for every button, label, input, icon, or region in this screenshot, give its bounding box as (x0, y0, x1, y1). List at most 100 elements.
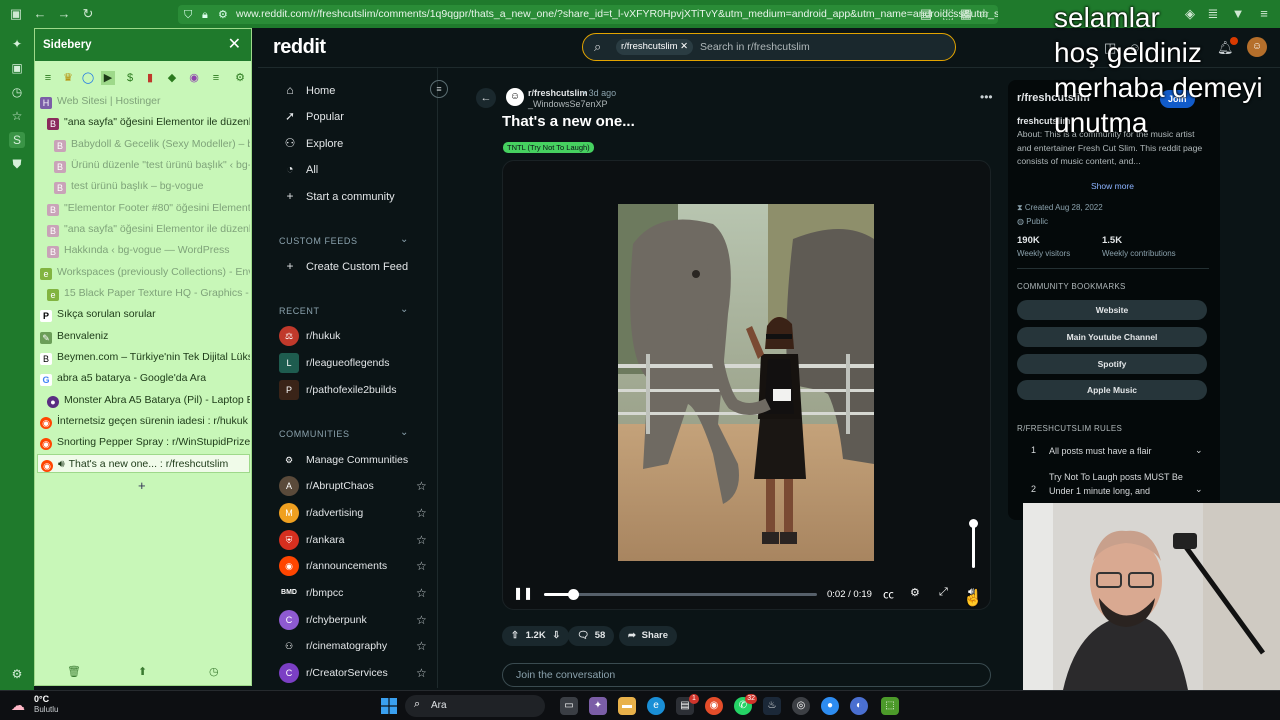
app-icon-3[interactable]: ⬚ (881, 697, 899, 715)
menu-icon[interactable]: ≡ (1256, 6, 1272, 22)
star-icon[interactable]: ☆ (416, 581, 427, 605)
reader-view-icon[interactable]: ▤ (918, 6, 934, 22)
settings-icon[interactable]: ⚙ (233, 71, 247, 85)
new-tab-icon[interactable]: + (138, 478, 146, 493)
shield-icon[interactable]: ⛉ (184, 6, 192, 24)
star-icon[interactable]: ☆ (416, 501, 427, 525)
taskbar-search[interactable]: ⌕ Ara (405, 695, 545, 717)
star-icon[interactable]: ☆ (416, 608, 427, 632)
tab-item[interactable]: Gabra a5 batarya - Google'da Ara (40, 369, 250, 388)
manage-communities[interactable]: ⚙ Manage Communities (279, 448, 408, 472)
nav-all[interactable]: ◔ All (282, 158, 318, 180)
nav-start-community[interactable]: + Start a community (282, 185, 394, 207)
file-explorer-icon[interactable]: ▬ (618, 697, 636, 715)
sidebery-icon[interactable]: S (9, 132, 25, 148)
settings-icon[interactable]: ⚙ (910, 586, 920, 599)
weather-temperature[interactable]: 0°C (34, 694, 49, 704)
trash-icon[interactable]: 🗑︎ (67, 665, 81, 678)
extension-icon-3[interactable]: ▼ (1230, 6, 1246, 22)
tab-item[interactable]: B "Elementor Footer #80" öğesini Elemento… (47, 199, 250, 218)
steam-icon[interactable]: ♨ (763, 697, 781, 715)
reload-icon[interactable]: ↻ (80, 6, 96, 22)
star-icon[interactable]: ☆ (416, 528, 427, 552)
community-item[interactable]: Cr/CreatorServices ☆ (279, 661, 427, 685)
comment-input[interactable] (514, 666, 974, 684)
comment-box[interactable] (502, 663, 991, 687)
downvote-icon[interactable]: ⇩ (552, 630, 560, 641)
bookmark-button[interactable]: Main Youtube Channel (1017, 327, 1207, 347)
extension-icon[interactable]: ◈ (1182, 6, 1198, 22)
url-bar[interactable]: ⛉ 🔒︎ ⚙ www.reddit.com/r/freshcutslim/com… (178, 5, 998, 24)
chevron-down-icon[interactable]: ⌄ (400, 427, 408, 438)
recent-item[interactable]: Lr/leagueoflegends (279, 351, 389, 375)
tab-item[interactable]: B "ana sayfa" öğesini Elementor ile düzen… (47, 113, 250, 132)
custom-feeds-header[interactable]: CUSTOM FEEDS (279, 236, 358, 246)
back-icon[interactable]: ← (32, 6, 48, 22)
forward-icon[interactable]: → (56, 6, 72, 22)
tab-item[interactable]: ◉ İnternetsiz geçen sürenin iadesi : r/hu… (40, 412, 250, 431)
captions-icon[interactable]: ㏄ (883, 586, 894, 602)
screenshot-icon[interactable]: ⬚ (940, 6, 956, 22)
chevron-down-icon[interactable]: ⌄ (400, 304, 408, 315)
advertise-icon[interactable]: ◫ (1104, 40, 1116, 56)
rule-item[interactable]: 2 Try Not To Laugh posts MUST Be Under 1… (1017, 471, 1217, 507)
star-icon[interactable]: ☆ (416, 554, 427, 578)
chevron-down-icon[interactable]: ⌄ (1195, 484, 1203, 495)
post-flair[interactable]: TNTL (Try Not To Laugh) (503, 142, 594, 153)
panel-icon-8[interactable]: ◉ (187, 71, 201, 85)
close-icon[interactable]: ✕ (228, 29, 241, 61)
show-more-link[interactable]: Show more (1091, 181, 1134, 191)
search-input[interactable] (698, 37, 938, 57)
recent-item[interactable]: ⚖ r/hukuk (279, 324, 340, 348)
settings-icon[interactable]: ⚙ (9, 666, 25, 682)
weather-description[interactable]: Bulutlu (34, 705, 58, 714)
chat-icon[interactable]: ☺ (1128, 40, 1141, 55)
join-button[interactable]: Join (1160, 90, 1195, 108)
community-title[interactable]: r/freshcutslim (1017, 92, 1090, 104)
panel-icon-4[interactable]: ▶ (101, 71, 115, 85)
search-box[interactable]: ⌕ r/freshcutslim ✕ (582, 33, 956, 61)
tab-item[interactable]: ◉ Snorting Pepper Spray : r/WinStupidPriz… (40, 433, 250, 452)
panel-icon-1[interactable]: ≡ (41, 71, 55, 85)
bookmarks-icon[interactable]: ☆ (9, 108, 25, 124)
volume-handle[interactable] (969, 519, 978, 528)
obs-icon[interactable]: ◎ (792, 697, 810, 715)
task-view-icon[interactable]: ▭ (560, 697, 578, 715)
subreddit-avatar[interactable]: ☺ (506, 88, 524, 106)
panel-icon-2[interactable]: ♛ (61, 71, 75, 85)
panel-icon-3[interactable]: ◯ (81, 71, 95, 85)
chevron-down-icon[interactable]: ⌄ (1195, 445, 1203, 456)
bookmark-button[interactable]: Apple Music (1017, 380, 1207, 400)
video-frame[interactable] (618, 204, 874, 561)
tab-item[interactable]: P Sıkça sorulan sorular (40, 305, 250, 324)
panel-icon-7[interactable]: ◆ (165, 71, 179, 85)
app-icon[interactable]: ● (821, 697, 839, 715)
history-icon[interactable]: ◷ (9, 84, 25, 100)
windows-start-icon[interactable] (381, 698, 397, 714)
avatar[interactable]: ☺ (1247, 37, 1267, 57)
community-item[interactable]: Cr/chyberpunk ☆ (279, 608, 427, 632)
nav-explore[interactable]: ⚇ Explore (282, 132, 344, 154)
share-button[interactable]: ➦ Share (619, 626, 678, 646)
reddit-logo[interactable]: reddit (273, 36, 326, 59)
tab-item[interactable]: e Workspaces (previously Collections) - E… (40, 263, 250, 282)
create-custom-feed[interactable]: + Create Custom Feed (282, 255, 408, 277)
tab-item[interactable]: B Beymen.com – Türkiye'nin Tek Dijital Lü… (40, 348, 250, 367)
more-options-icon[interactable]: ••• (980, 90, 993, 104)
panel-icon-9[interactable]: ≡ (209, 71, 223, 85)
edge-icon[interactable]: e (647, 697, 665, 715)
whatsapp-icon[interactable]: ✆ 32 (734, 694, 757, 715)
sparkle-icon[interactable]: ✦ (9, 36, 25, 52)
extension-icon-2[interactable]: ≣ (1205, 6, 1221, 22)
communities-header[interactable]: COMMUNITIES (279, 429, 350, 439)
community-item[interactable]: BMD r/bmpcc ☆ (279, 581, 427, 605)
fullscreen-icon[interactable]: ⤢ (939, 586, 948, 599)
panel-icon-5[interactable]: $ (123, 71, 137, 85)
lock-icon[interactable]: 🔒︎ (202, 6, 208, 24)
bookmark-star-icon[interactable]: ☆ (976, 6, 992, 22)
nav-home[interactable]: ⌂ Home (282, 79, 335, 101)
search-scope-chip[interactable]: r/freshcutslim ✕ (616, 39, 694, 55)
star-icon[interactable]: ☆ (416, 474, 427, 498)
tabs-panel-icon[interactable]: ▣ (9, 60, 25, 76)
recent-item[interactable]: Pr/pathofexile2builds (279, 378, 396, 402)
